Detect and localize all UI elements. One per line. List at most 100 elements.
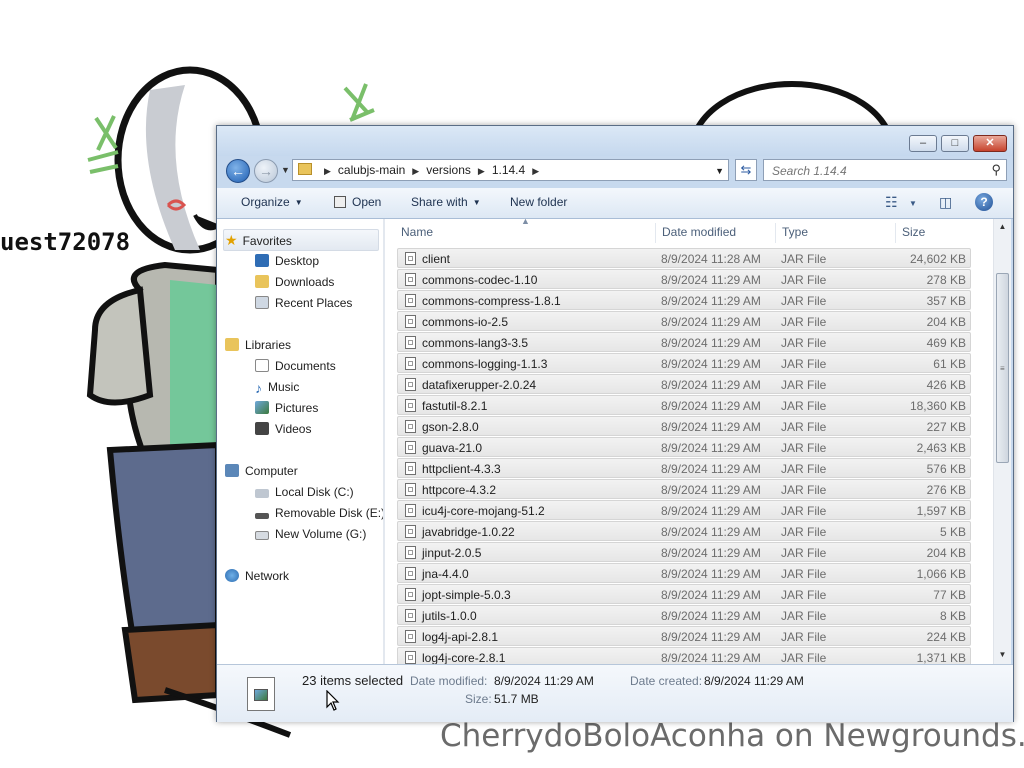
nav-pictures[interactable]: Pictures [255,398,318,418]
nav-new-volume-g[interactable]: New Volume (G:) [255,524,366,544]
chevron-right-icon[interactable]: ▶ [324,166,331,176]
file-type: JAR File [781,294,827,308]
column-header-type[interactable]: Type [782,219,808,245]
breadcrumb-item[interactable]: 1.14.4 [492,163,525,177]
scroll-down-arrow-icon[interactable]: ▼ [994,647,1011,663]
forward-button[interactable]: → [254,159,278,183]
recent-pages-dropdown[interactable]: ▼ [281,165,290,175]
file-name: gson-2.8.0 [422,420,479,434]
chevron-down-icon[interactable]: ▼ [715,166,724,176]
table-row[interactable]: commons-logging-1.1.3 8/9/2024 11:29 AM JA… [397,353,971,373]
nav-videos[interactable]: Videos [255,419,311,439]
chevron-right-icon[interactable]: ▶ [532,166,539,176]
table-row[interactable]: datafixerupper-2.0.24 8/9/2024 11:29 AM JA… [397,374,971,394]
chevron-down-icon[interactable]: ▼ [909,199,917,208]
address-bar[interactable]: ▶ calubjs-main ▶ versions ▶ 1.14.4 ▶ ▼ [292,159,729,181]
scroll-up-arrow-icon[interactable]: ▲ [994,219,1011,235]
file-type: JAR File [781,357,827,371]
file-type: JAR File [781,462,827,476]
search-icon[interactable]: ⚲ [991,162,1001,178]
file-date-modified: 8/9/2024 11:29 AM [661,546,761,560]
column-divider[interactable] [775,223,776,243]
refresh-button[interactable]: ⇆ [735,159,757,181]
nav-removable-disk-e[interactable]: Removable Disk (E:) [255,503,383,523]
column-header-size[interactable]: Size [902,219,925,245]
table-row[interactable]: guava-21.0 8/9/2024 11:29 AM JAR File 2,463… [397,437,971,457]
table-row[interactable]: commons-compress-1.8.1 8/9/2024 11:29 AM J… [397,290,971,310]
nav-computer[interactable]: Computer [225,461,298,481]
file-name: jinput-2.0.5 [422,546,482,560]
nav-local-disk-c[interactable]: Local Disk (C:) [255,482,354,502]
file-date-modified: 8/9/2024 11:29 AM [661,294,761,308]
back-button[interactable]: ← [226,159,250,183]
jar-file-icon [405,252,416,265]
nav-libraries[interactable]: Libraries [225,335,291,355]
new-folder-button[interactable]: New folder [510,195,567,209]
vertical-scrollbar[interactable]: ▲ ≡ ▼ [993,219,1011,664]
table-row[interactable]: log4j-core-2.8.1 8/9/2024 11:29 AM JAR Fil… [397,647,971,664]
table-row[interactable]: log4j-api-2.8.1 8/9/2024 11:29 AM JAR File… [397,626,971,646]
file-name: jna-4.4.0 [422,567,469,581]
table-row[interactable]: httpclient-4.3.3 8/9/2024 11:29 AM JAR Fil… [397,458,971,478]
file-size: 204 KB [926,315,966,329]
usb-drive-icon [255,513,269,519]
open-button[interactable]: Open [334,195,381,209]
organize-button[interactable]: Organize ▼ [241,195,303,209]
chevron-right-icon[interactable]: ▶ [412,166,419,176]
file-type: JAR File [781,315,827,329]
nav-documents[interactable]: Documents [255,356,336,376]
column-label: Name [401,225,434,239]
table-row[interactable]: commons-lang3-3.5 8/9/2024 11:29 AM JAR Fi… [397,332,971,352]
table-row[interactable]: gson-2.8.0 8/9/2024 11:29 AM JAR File 227 K… [397,416,971,436]
column-header-date-modified[interactable]: Date modified [662,219,736,245]
search-box[interactable]: ⚲ [763,159,1007,181]
preview-pane-icon[interactable]: ◫ [939,194,952,211]
nav-label: Recent Places [275,296,353,310]
file-type: JAR File [781,504,827,518]
column-header-name[interactable]: Name [401,219,433,245]
table-row[interactable]: jna-4.4.0 8/9/2024 11:29 AM JAR File 1,066 … [397,563,971,583]
breadcrumb-item[interactable]: calubjs-main [338,163,405,177]
table-row[interactable]: fastutil-8.2.1 8/9/2024 11:29 AM JAR File 1… [397,395,971,415]
file-date-modified: 8/9/2024 11:29 AM [661,588,761,602]
nav-label: Videos [275,422,312,436]
view-options-icon[interactable]: ☷ [885,194,898,211]
table-row[interactable]: commons-io-2.5 8/9/2024 11:29 AM JAR File 2… [397,311,971,331]
nav-recent-places[interactable]: Recent Places [255,293,352,313]
table-row[interactable]: icu4j-core-mojang-51.2 8/9/2024 11:29 AM J… [397,500,971,520]
table-row[interactable]: commons-codec-1.10 8/9/2024 11:29 AM JAR F… [397,269,971,289]
maximize-button[interactable]: □ [941,135,969,152]
help-icon[interactable]: ? [975,193,993,211]
file-date-modified: 8/9/2024 11:29 AM [661,651,761,664]
table-row[interactable]: jopt-simple-5.0.3 8/9/2024 11:29 AM JAR Fi… [397,584,971,604]
table-row[interactable]: jutils-1.0.0 8/9/2024 11:29 AM JAR File 8 K… [397,605,971,625]
table-row[interactable]: jinput-2.0.5 8/9/2024 11:29 AM JAR File 204… [397,542,971,562]
share-with-button[interactable]: Share with ▼ [411,195,481,209]
file-name: log4j-api-2.8.1 [422,630,499,644]
breadcrumb-item[interactable]: versions [426,163,471,177]
chevron-right-icon[interactable]: ▶ [478,166,485,176]
file-name: log4j-core-2.8.1 [422,651,506,664]
nav-network[interactable]: Network [225,566,289,586]
table-row[interactable]: javabridge-1.0.22 8/9/2024 11:29 AM JAR Fi… [397,521,971,541]
refresh-icon: ⇆ [740,162,752,177]
search-input[interactable] [770,162,984,180]
file-size: 8 KB [939,609,966,623]
file-date-modified: 8/9/2024 11:29 AM [661,609,761,623]
nav-music[interactable]: ♪ Music [255,377,299,397]
nav-desktop[interactable]: Desktop [255,251,319,271]
nav-downloads[interactable]: Downloads [255,272,334,292]
minimize-button[interactable]: ‒ [909,135,937,152]
close-button[interactable]: ✕ [973,135,1007,152]
file-name: datafixerupper-2.0.24 [422,378,537,392]
jar-file-icon [405,567,416,580]
table-row[interactable]: client 8/9/2024 11:28 AM JAR File 24,602 KB [397,248,971,268]
column-divider[interactable] [655,223,656,243]
column-divider[interactable] [895,223,896,243]
file-type: JAR File [781,252,827,266]
table-row[interactable]: httpcore-4.3.2 8/9/2024 11:29 AM JAR File 2… [397,479,971,499]
star-icon: ★ [225,232,238,248]
scrollbar-thumb[interactable]: ≡ [996,273,1009,463]
date-created-label: Date created: [630,674,703,688]
nav-favorites[interactable]: ★ Favorites [225,230,292,250]
